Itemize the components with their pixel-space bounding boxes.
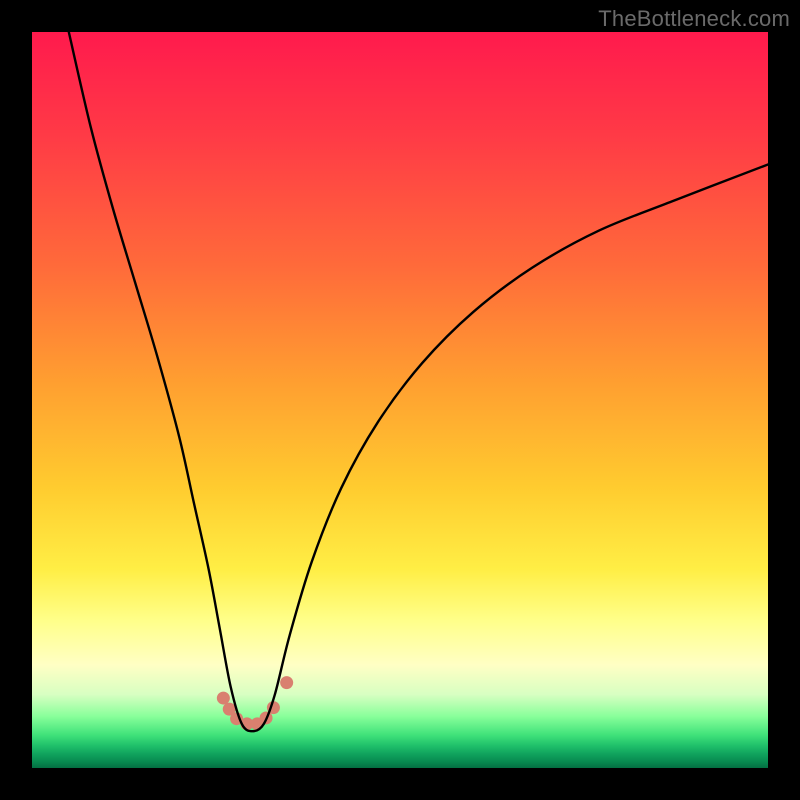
plot-area [32,32,768,768]
marker-group [217,676,293,730]
chart-frame: TheBottleneck.com [0,0,800,800]
watermark-text: TheBottleneck.com [598,6,790,32]
bottleneck-curve [69,32,768,731]
data-marker [217,692,230,705]
data-marker [280,676,293,689]
curve-layer [32,32,768,768]
